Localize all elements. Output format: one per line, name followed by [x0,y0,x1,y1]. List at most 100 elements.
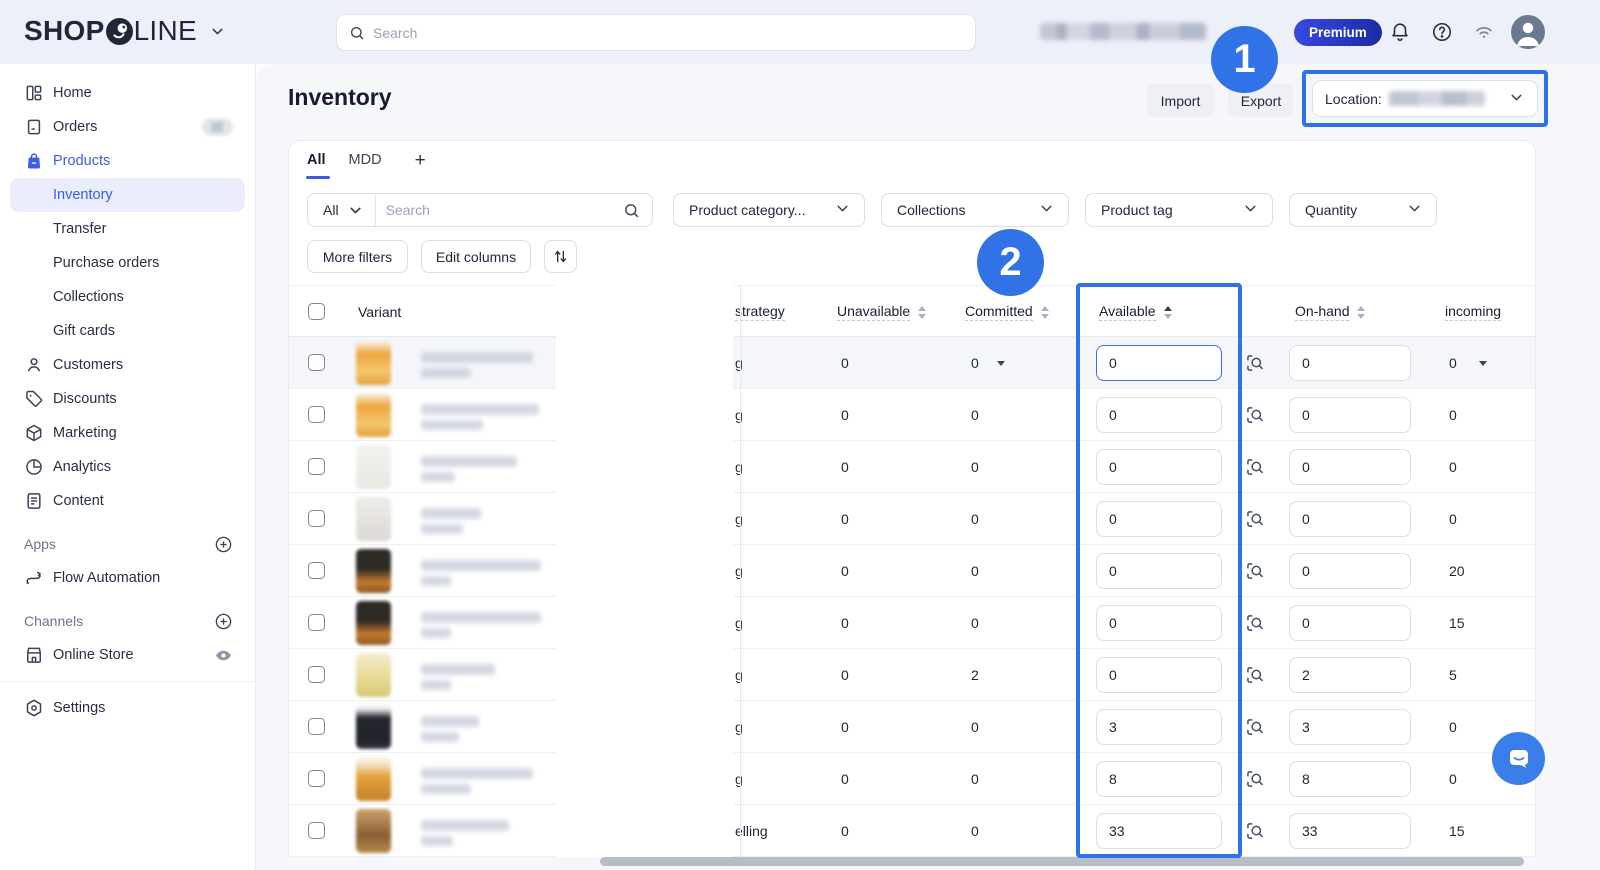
row-checkbox[interactable] [308,510,325,527]
incoming-value[interactable]: 15 [1449,597,1465,649]
more-filters-button[interactable]: More filters [307,240,408,273]
wifi-status-icon[interactable] [1473,21,1495,43]
incoming-value[interactable]: 0 [1449,389,1457,441]
quantity-filter[interactable]: Quantity [1289,193,1437,227]
inventory-detail-icon[interactable] [1245,353,1265,373]
sidebar-item-marketing[interactable]: Marketing [0,416,255,450]
column-header-incoming[interactable]: incoming [1445,286,1501,338]
sort-icon[interactable] [918,306,926,319]
column-header-strategy[interactable]: strategy [735,286,785,338]
committed-value[interactable]: 0 [971,805,979,857]
support-chat-button[interactable] [1492,732,1545,785]
committed-value[interactable]: 0 [971,597,979,649]
sort-button[interactable] [544,240,577,273]
onhand-input[interactable] [1289,605,1411,641]
sidebar-item-analytics[interactable]: Analytics [0,450,255,484]
available-input[interactable] [1096,345,1222,381]
onhand-input[interactable] [1289,709,1411,745]
column-header-unavailable[interactable]: Unavailable [837,286,926,338]
row-checkbox[interactable] [308,666,325,683]
logo-chevron-down-icon[interactable] [209,15,226,47]
onhand-input[interactable] [1289,657,1411,693]
sidebar-item-settings[interactable]: Settings [0,691,255,725]
available-input[interactable] [1096,397,1222,433]
row-checkbox[interactable] [308,458,325,475]
select-all-checkbox[interactable] [308,303,325,320]
add-channel-icon[interactable] [214,612,233,631]
inventory-detail-icon[interactable] [1245,561,1265,581]
row-checkbox[interactable] [308,406,325,423]
available-input[interactable] [1096,553,1222,589]
global-search[interactable] [336,14,976,51]
sidebar-item-online-store[interactable]: Online Store [0,638,255,672]
onhand-input[interactable] [1289,345,1411,381]
onhand-input[interactable] [1289,761,1411,797]
tab-all[interactable]: All [307,152,326,179]
committed-value[interactable]: 0 [971,753,979,805]
table-search-input[interactable] [376,202,623,218]
sidebar-item-collections[interactable]: Collections [0,280,255,314]
onhand-input[interactable] [1289,449,1411,485]
row-checkbox[interactable] [308,770,325,787]
edit-columns-button[interactable]: Edit columns [421,240,531,273]
committed-value[interactable]: 0 [971,701,979,753]
notifications-bell-icon[interactable] [1389,21,1411,43]
sidebar-item-gift-cards[interactable]: Gift cards [0,314,255,348]
sidebar-item-home[interactable]: Home [0,76,255,110]
onhand-input[interactable] [1289,501,1411,537]
sidebar-item-purchase-orders[interactable]: Purchase orders [0,246,255,280]
row-checkbox[interactable] [308,614,325,631]
committed-value[interactable]: 0 [971,545,979,597]
sort-icon[interactable] [1357,306,1365,319]
add-app-icon[interactable] [214,535,233,554]
inventory-detail-icon[interactable] [1245,769,1265,789]
row-checkbox[interactable] [308,354,325,371]
sidebar-item-content[interactable]: Content [0,484,255,518]
row-checkbox[interactable] [308,562,325,579]
committed-value[interactable]: 0 [971,441,979,493]
committed-value[interactable]: 0 [971,337,979,389]
incoming-value[interactable]: 0 [1449,753,1457,805]
product-tag-filter[interactable]: Product tag [1085,193,1273,227]
search-scope-dropdown[interactable]: All [308,194,376,226]
sidebar-item-discounts[interactable]: Discounts [0,382,255,416]
incoming-value[interactable]: 0 [1449,493,1457,545]
add-view-tab-button[interactable]: + [415,152,426,180]
available-input[interactable] [1096,449,1222,485]
available-input[interactable] [1096,813,1222,849]
available-input[interactable] [1096,709,1222,745]
location-selector[interactable]: Location: [1312,80,1538,117]
sort-icon[interactable] [1041,306,1049,319]
onhand-input[interactable] [1289,553,1411,589]
tab-mdd[interactable]: MDD [349,152,382,179]
sort-icon-ascending[interactable] [1164,306,1172,319]
row-checkbox[interactable] [308,718,325,735]
inventory-detail-icon[interactable] [1245,405,1265,425]
help-icon[interactable] [1431,21,1453,43]
sidebar-item-customers[interactable]: Customers [0,348,255,382]
incoming-dropdown-caret-icon[interactable] [1479,361,1487,366]
column-header-onhand[interactable]: On-hand [1295,286,1365,338]
incoming-value[interactable]: 5 [1449,649,1457,701]
incoming-value[interactable]: 0 [1449,441,1457,493]
product-category-filter[interactable]: Product category... [673,193,865,227]
committed-value[interactable]: 0 [971,389,979,441]
row-checkbox[interactable] [308,822,325,839]
column-header-available[interactable]: Available [1099,286,1172,338]
incoming-value[interactable]: 0 [1449,337,1457,389]
inventory-detail-icon[interactable] [1245,665,1265,685]
horizontal-scrollbar[interactable] [600,857,1524,866]
sidebar-item-transfer[interactable]: Transfer [0,212,255,246]
global-search-input[interactable] [373,25,963,41]
sidebar-item-orders[interactable]: Orders [0,110,255,144]
available-input[interactable] [1096,657,1222,693]
inventory-detail-icon[interactable] [1245,821,1265,841]
account-avatar[interactable] [1511,15,1545,49]
available-input[interactable] [1096,501,1222,537]
inventory-detail-icon[interactable] [1245,509,1265,529]
onhand-input[interactable] [1289,397,1411,433]
committed-value[interactable]: 2 [971,649,979,701]
sidebar-item-flow-automation[interactable]: Flow Automation [0,561,255,595]
sidebar-item-inventory[interactable]: Inventory [10,178,245,212]
committed-value[interactable]: 0 [971,493,979,545]
